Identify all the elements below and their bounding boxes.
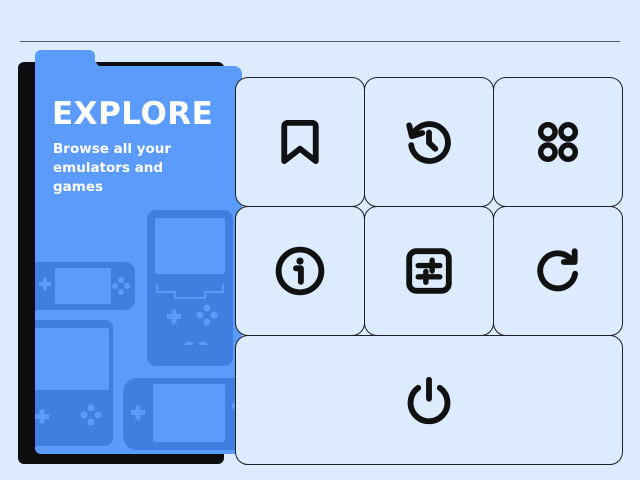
history-icon	[406, 121, 451, 164]
apps-tile[interactable]	[493, 77, 623, 207]
bookmark-tile[interactable]	[235, 77, 365, 207]
apps-grid-icon	[537, 121, 579, 163]
power-icon	[407, 376, 451, 425]
power-tile[interactable]	[235, 335, 623, 465]
bookmark-icon	[281, 119, 319, 165]
explore-title: EXPLORE	[52, 96, 214, 132]
sliders-icon	[406, 248, 452, 294]
info-tile[interactable]	[235, 206, 365, 336]
top-divider	[20, 41, 620, 42]
explore-card[interactable]: EXPLORE Browse all your emulators and ga…	[35, 66, 242, 454]
history-tile[interactable]	[364, 77, 494, 207]
explore-description: Browse all your emulators and games	[53, 141, 171, 195]
handheld-consoles-illustration	[35, 210, 242, 450]
refresh-tile[interactable]	[493, 206, 623, 336]
refresh-icon	[537, 248, 579, 292]
info-icon	[275, 246, 325, 296]
settings-tile[interactable]	[364, 206, 494, 336]
